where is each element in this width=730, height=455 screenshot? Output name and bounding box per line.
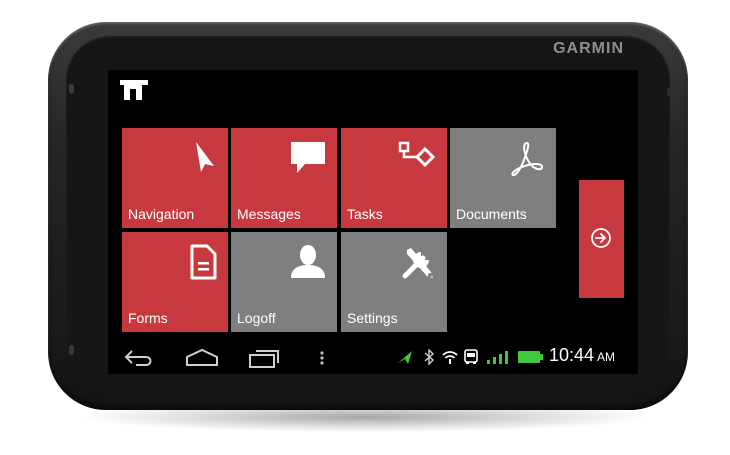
battery-icon: [518, 351, 543, 363]
tile-documents[interactable]: Documents: [450, 128, 556, 228]
next-page-button[interactable]: [579, 180, 624, 298]
document-icon: [190, 244, 217, 280]
tile-tasks[interactable]: Tasks: [341, 128, 447, 228]
back-icon[interactable]: [122, 347, 158, 369]
tile-tasks-label: Tasks: [347, 206, 383, 222]
sensor-dot-bottom: [69, 345, 74, 355]
device-screen: Navigation Messages Tasks Documents Form…: [108, 70, 638, 374]
workflow-icon: [398, 141, 436, 168]
arrow-circle-right-icon: [591, 228, 611, 248]
tile-messages-label: Messages: [237, 206, 301, 222]
clock: 10:44 AM: [549, 345, 615, 366]
navigation-arrow-icon: [196, 142, 214, 172]
bus-icon: [464, 349, 478, 364]
tile-forms[interactable]: Forms: [122, 232, 228, 332]
tile-messages[interactable]: Messages: [231, 128, 337, 228]
pdf-icon: [511, 141, 544, 177]
home-icon[interactable]: [184, 347, 220, 369]
clock-time: 10:44: [549, 345, 595, 365]
tile-logoff-label: Logoff: [237, 310, 276, 326]
system-status-bar: 10:44 AM: [108, 342, 638, 374]
brand-logo: GARMIN: [553, 40, 624, 57]
tile-documents-label: Documents: [456, 206, 527, 222]
sensor-dot-right: [667, 88, 671, 96]
clock-ampm: AM: [597, 350, 616, 364]
tools-icon: [402, 248, 433, 279]
menu-dots-icon[interactable]: [318, 347, 326, 369]
app-logo-icon: [120, 80, 148, 100]
recent-apps-icon[interactable]: [246, 347, 282, 369]
tile-settings-label: Settings: [347, 310, 398, 326]
chat-bubble-icon: [291, 142, 325, 173]
user-icon: [291, 245, 325, 278]
tile-forms-label: Forms: [128, 310, 168, 326]
sensor-dot-top: [69, 84, 74, 94]
signal-bars-icon: [487, 351, 508, 364]
gps-arrow-icon: [398, 351, 412, 364]
tile-navigation-label: Navigation: [128, 206, 195, 222]
tile-navigation[interactable]: Navigation: [122, 128, 228, 228]
wifi-icon: [442, 351, 458, 364]
tile-logoff[interactable]: Logoff: [231, 232, 337, 332]
bluetooth-icon: [424, 349, 435, 365]
tile-settings[interactable]: Settings: [341, 232, 447, 332]
